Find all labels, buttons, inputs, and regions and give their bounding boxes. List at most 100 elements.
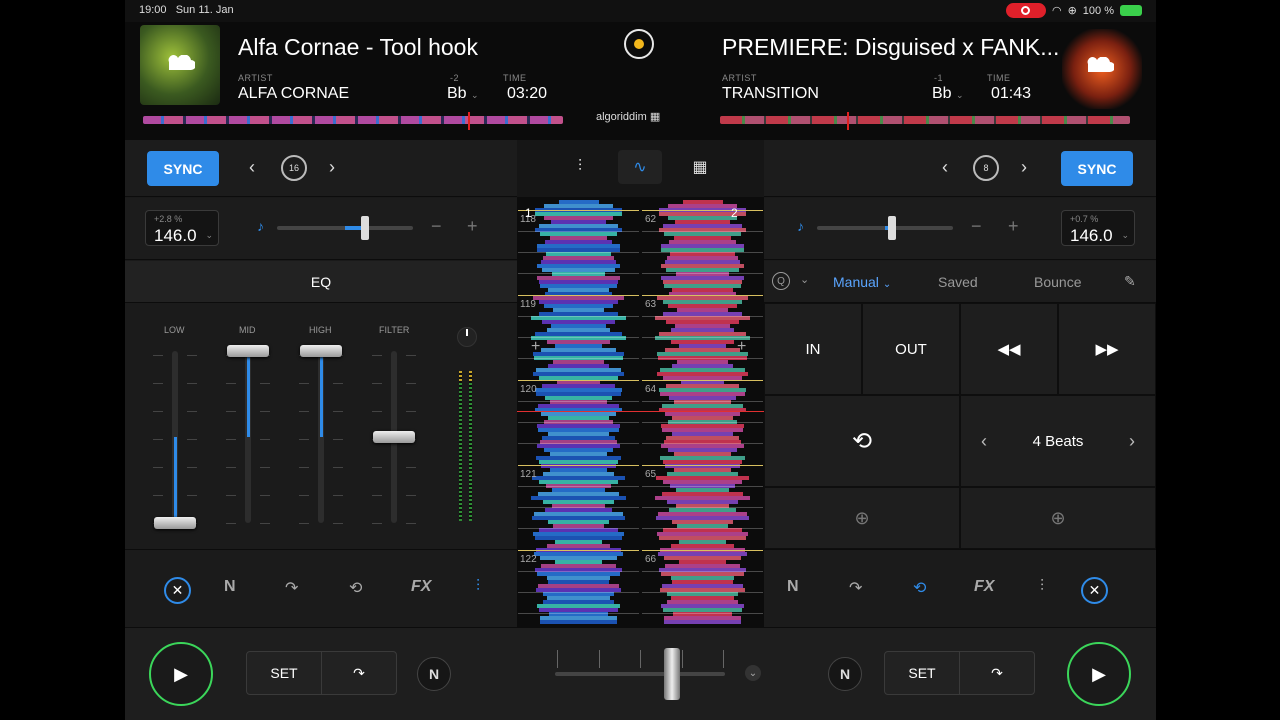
deck-a-neural-mix-button[interactable]: N — [417, 657, 451, 691]
deck-b-loop-next-icon[interactable]: › — [1021, 157, 1027, 178]
fx-icon[interactable]: FX — [974, 578, 994, 596]
loop-toggle-icon[interactable]: ⟲ — [764, 395, 960, 487]
battery-icon — [1120, 5, 1142, 16]
eq-mid-thumb[interactable] — [227, 345, 269, 357]
brand-logo: algoriddim — [596, 111, 647, 123]
tab-manual[interactable]: Manual ⌄ — [833, 274, 891, 290]
waveform-view-icon[interactable]: ∿ — [618, 150, 662, 184]
eq-mixer-icon[interactable]: ⫶ — [476, 578, 480, 596]
deck-a-loop-prev-icon[interactable]: ‹ — [249, 157, 255, 178]
djay-logo-icon[interactable] — [624, 29, 654, 59]
eq-filter-thumb[interactable] — [373, 431, 415, 443]
deck-b-key[interactable]: Bb ⌄ — [932, 85, 964, 103]
beat-number: 122 — [520, 554, 537, 565]
deck-b-pitch-minus-icon[interactable]: − — [971, 216, 982, 237]
deck-b-key-offset: -1 — [934, 73, 944, 83]
deck-a-overview-waveform[interactable] — [143, 116, 563, 124]
deck-a-title: Alfa Cornae - Tool hook — [238, 34, 478, 60]
eq-high-label: HIGH — [309, 325, 332, 335]
deck-b-title: PREMIERE: Disguised x FANK... — [722, 34, 1060, 60]
loop-icon[interactable]: ⟲ — [913, 578, 926, 598]
loop-icon[interactable]: ⟲ — [349, 578, 362, 598]
deck-b-overview-waveform[interactable] — [720, 116, 1130, 124]
deck-a-sync-row: SYNC ‹ 16 › — [125, 140, 517, 197]
eq-low-thumb[interactable] — [154, 517, 196, 529]
fx-icon[interactable]: FX — [411, 578, 431, 596]
deck-a-cue-jump-icon[interactable]: ↷ — [321, 652, 396, 694]
fast-forward-icon[interactable]: ▶▶ — [1058, 303, 1156, 395]
deck-a-pitch-thumb[interactable] — [361, 216, 370, 240]
deck-b-artist: TRANSITION — [722, 85, 819, 102]
loop-in-button[interactable]: IN — [764, 303, 862, 395]
pads-view-icon[interactable]: ▦ — [678, 150, 722, 184]
add-saved-loop-icon[interactable]: ⊕ — [960, 487, 1156, 549]
deck-a-pitch-minus-icon[interactable]: − — [431, 216, 442, 237]
deck-b-artwork[interactable] — [1062, 29, 1142, 109]
cue-jump-icon[interactable]: ↷ — [285, 578, 298, 598]
waveform-panel: ⫶ ∿ ▦ 118 119 120 121 122 62 63 64 65 66 1 2 + + — [517, 140, 764, 627]
eq-mixer-icon[interactable]: ⫶ — [1040, 578, 1044, 596]
deck-a-loop-size[interactable]: 16 — [281, 155, 307, 181]
status-time: 19:00 — [139, 4, 167, 16]
chevron-down-icon: ⌄ — [1121, 230, 1129, 240]
edit-pencil-icon[interactable]: ✎ — [1124, 273, 1136, 290]
plus-icon[interactable]: + — [531, 338, 540, 356]
soundcloud-icon — [168, 55, 195, 70]
deck-b-waveform[interactable]: 62 63 64 65 66 — [642, 200, 763, 627]
deck-b-cue-jump-icon[interactable]: ↷ — [959, 652, 1034, 694]
loop-out-button[interactable]: OUT — [862, 303, 960, 395]
deck-b-pitch-plus-icon[interactable]: + — [1008, 216, 1019, 237]
music-note-icon: ♪ — [257, 218, 264, 234]
deck-a-play-button[interactable]: ▶ — [149, 642, 213, 706]
deck-b-bpm-box[interactable]: +0.7 % 146.0 ⌄ — [1061, 210, 1135, 246]
gain-knob[interactable] — [457, 327, 477, 347]
loop-length-next-icon[interactable]: › — [1129, 431, 1135, 452]
battery-percent: 100 % — [1082, 4, 1114, 17]
mixer-view-icon[interactable]: ⫶ — [558, 150, 602, 184]
neural-mix-icon[interactable]: N — [224, 578, 236, 596]
rotation-lock-icon: ⊕ — [1067, 5, 1077, 17]
add-saved-loop-icon[interactable]: ⊕ — [764, 487, 960, 549]
deck-a-pitch-plus-icon[interactable]: + — [467, 216, 478, 237]
cue-jump-icon[interactable]: ↷ — [849, 578, 862, 598]
screen-record-indicator[interactable] — [1005, 3, 1046, 18]
record-icon — [1021, 6, 1031, 15]
tab-saved[interactable]: Saved — [938, 274, 978, 290]
quantize-icon[interactable]: Q — [772, 272, 790, 290]
transport-bar: ▶ SET ↷ N ⌄ N SET ↷ ▶ — [125, 627, 1156, 720]
beat-number: 65 — [645, 469, 657, 480]
deck-b-neural-mix-button[interactable]: N — [828, 657, 862, 691]
beat-number: 64 — [645, 384, 657, 395]
deck-b-play-button[interactable]: ▶ — [1067, 642, 1131, 706]
deck-a-sync-button[interactable]: SYNC — [147, 151, 219, 186]
deck-b-set-button[interactable]: SET — [885, 652, 959, 694]
deck-a-artwork[interactable] — [140, 25, 220, 105]
crossfader-thumb[interactable] — [664, 648, 680, 700]
neural-mix-icon[interactable]: N — [787, 578, 799, 596]
deck-a-waveform[interactable]: 118 119 120 121 122 — [518, 200, 639, 627]
deck-b-pitch-thumb[interactable] — [887, 216, 896, 240]
plus-icon[interactable]: + — [737, 338, 746, 356]
deck-b-artist-label: ARTIST — [722, 73, 757, 83]
deck-a-close-icon[interactable]: ✕ — [164, 577, 191, 604]
deck-a-loop-next-icon[interactable]: › — [329, 157, 335, 178]
deck-b-sync-button[interactable]: SYNC — [1061, 151, 1133, 186]
crossfader-options-chevron-icon[interactable]: ⌄ — [745, 665, 761, 681]
wifi-icon: ◠ — [1051, 5, 1062, 17]
play-icon: ▶ — [174, 663, 188, 684]
tab-bounce[interactable]: Bounce — [1034, 274, 1081, 290]
loop-length-prev-icon[interactable]: ‹ — [981, 431, 987, 452]
deck-b-close-icon[interactable]: ✕ — [1081, 577, 1108, 604]
deck-a-key[interactable]: Bb ⌄ — [447, 85, 479, 103]
deck-b-bpm: 146.0 — [1070, 226, 1113, 245]
rewind-icon[interactable]: ◀◀ — [960, 303, 1058, 395]
deck-b-loop-prev-icon[interactable]: ‹ — [942, 157, 948, 178]
eq-high-thumb[interactable] — [300, 345, 342, 357]
deck-a-set-button[interactable]: SET — [247, 652, 321, 694]
deck-a-bpm-box[interactable]: +2.8 % 146.0 ⌄ — [145, 210, 219, 246]
crossfader[interactable] — [555, 672, 725, 676]
deck-b-loop-size[interactable]: 8 — [973, 155, 999, 181]
deck-a-panel: SYNC ‹ 16 › +2.8 % 146.0 ⌄ ♪ − + EQ LOW … — [125, 140, 517, 627]
chevron-down-icon[interactable]: ⌄ — [800, 273, 809, 286]
eq-title[interactable]: EQ — [125, 261, 517, 303]
